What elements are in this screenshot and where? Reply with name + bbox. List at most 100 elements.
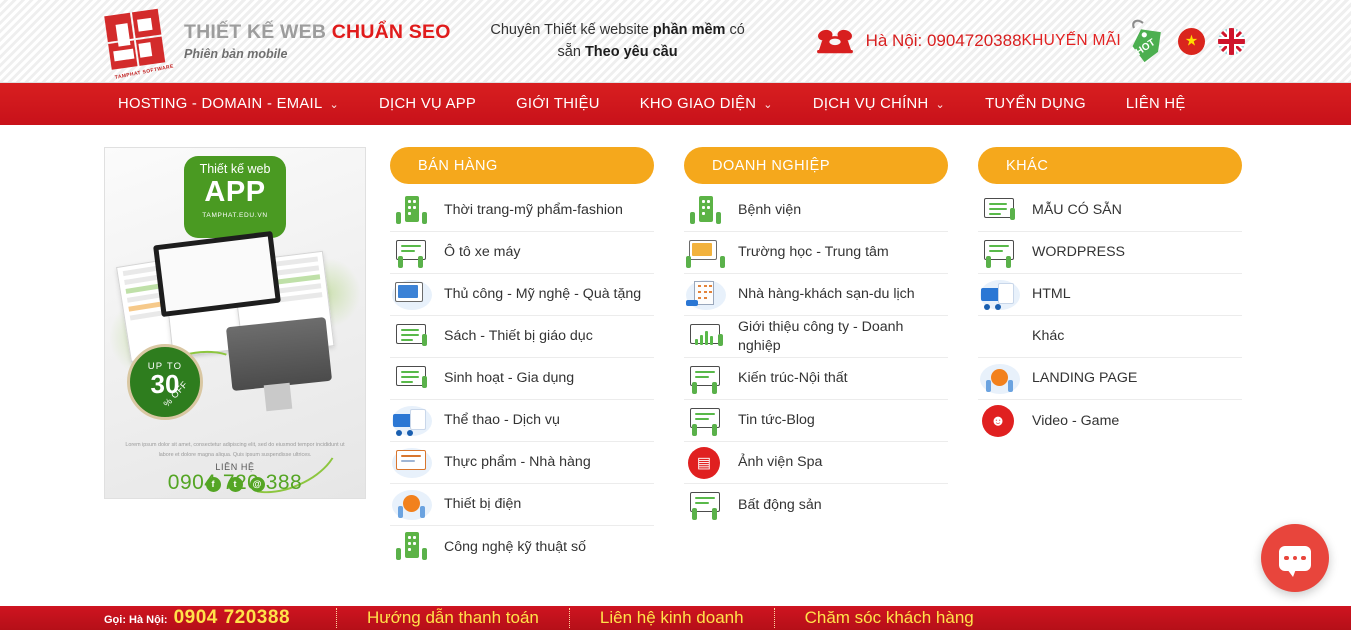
column-item-list: MẪU CÓ SẴN WORDPRESS HTML Khác LANDING P… [978, 190, 1242, 442]
twitter-icon[interactable]: t [227, 477, 243, 492]
list-item[interactable]: LANDING PAGE [978, 358, 1242, 400]
laptop-blue-icon [390, 278, 434, 312]
nav-item-hosting-domain-email[interactable]: HOSTING - DOMAIN - EMAIL ⌄ [118, 96, 339, 112]
banner-social-links: f t @ [105, 477, 365, 492]
list-item[interactable]: Sách - Thiết bị giáo dục [390, 316, 654, 358]
list-item-label: Trường học - Trung tâm [738, 244, 889, 261]
whiteboard-people-icon [390, 236, 434, 270]
header-promo: KHUYẾN MÃI HOT ★ [1022, 18, 1245, 64]
list-item[interactable]: Bệnh viện [684, 190, 948, 232]
list-item-label: Thể thao - Dịch vụ [444, 412, 560, 429]
list-item-label: MẪU CÓ SẴN [1032, 202, 1122, 219]
nav-item-dich-vu-app[interactable]: DỊCH VỤ APP [379, 96, 476, 112]
banner-badge-line1: Thiết kế web [199, 162, 271, 176]
logo-subtitle: Phiên bản mobile [184, 46, 288, 61]
list-item[interactable]: Tin tức-Blog [684, 400, 948, 442]
logo-title-grey: THIẾT KẾ WEB [184, 21, 332, 44]
list-item-label: Tin tức-Blog [738, 412, 815, 429]
list-item[interactable]: HTML [978, 274, 1242, 316]
list-item[interactable]: MẪU CÓ SẴN [978, 190, 1242, 232]
nav-label: DỊCH VỤ CHÍNH [812, 96, 929, 112]
monitor-list-icon [390, 320, 434, 354]
list-item-label: Khác [1032, 328, 1065, 345]
whiteboard-people-icon [978, 236, 1022, 270]
list-item-label: Ô tô xe máy [444, 244, 521, 261]
truck-blue-icon [978, 278, 1022, 312]
footer-links: Hướng dẫn thanh toán Liên hệ kinh doanh … [336, 608, 1004, 628]
list-item[interactable]: Ô tô xe máy [390, 232, 654, 274]
list-item[interactable]: Công nghệ kỹ thuật số [390, 526, 654, 568]
list-item[interactable]: Giới thiệu công ty - Doanh nghiệp [684, 316, 948, 358]
whiteboard-people-icon [684, 362, 728, 396]
nav-item-gioi-thieu[interactable]: GIỚI THIỆU [516, 96, 600, 112]
nav-label: TUYỂN DỤNG [985, 96, 1086, 112]
discount-value: 30 [150, 369, 180, 399]
facebook-icon[interactable]: f [205, 477, 221, 492]
list-item-label: Kiến trúc-Nội thất [738, 370, 848, 387]
list-item-label: Giới thiệu công ty - Doanh nghiệp [738, 319, 904, 354]
chevron-down-icon: ⌄ [935, 98, 946, 111]
uk-flag-icon[interactable] [1218, 27, 1245, 55]
list-item-label: Ảnh viện Spa [738, 454, 823, 471]
footer-link-lien-he-kinh-doanh[interactable]: Liên hệ kinh doanh [568, 608, 774, 628]
header-tagline: Chuyên Thiết kế website phần mềm có sẵn … [479, 19, 757, 64]
red-person-icon: ☻ [978, 404, 1022, 438]
monitor-list-icon [390, 362, 434, 396]
nav-item-tuyen-dung[interactable]: TUYỂN DỤNG [985, 96, 1086, 112]
header-phone[interactable]: Hà Nội: 0904720388 [816, 28, 1022, 54]
discount-badge: UP TO 30 % OFF [127, 344, 203, 420]
promo-label[interactable]: KHUYẾN MÃI [1022, 32, 1121, 50]
logo-text: THIẾT KẾ WEB CHUẨN SEO Phiên bản mobile [184, 21, 451, 60]
list-item[interactable]: Thời trang-mỹ phẩm-fashion [390, 190, 654, 232]
nav-label: KHO GIAO DIỆN [639, 96, 757, 112]
banner-description: Lorem ipsum dolor sit amet, consectetur … [125, 442, 345, 458]
promo-banner[interactable]: Thiết kế web APP TAMPHAT.EDU.VN UP TO 30… [104, 147, 366, 499]
list-item-label: Thiết bị điện [444, 496, 522, 513]
footer-link-cham-soc-khach-hang[interactable]: Chăm sóc khách hàng [773, 608, 1004, 628]
category-column-ban-hang: BÁN HÀNG Thời trang-mỹ phẩm-fashion Ô tô… [390, 147, 654, 568]
list-item[interactable]: Thể thao - Dịch vụ [390, 400, 654, 442]
vietnam-flag-icon[interactable]: ★ [1178, 27, 1205, 55]
list-item[interactable]: Thực phẩm - Nhà hàng [390, 442, 654, 484]
list-item[interactable]: Kiến trúc-Nội thất [684, 358, 948, 400]
column-header: KHÁC [978, 147, 1242, 184]
list-item-label: Công nghệ kỹ thuật số [444, 538, 586, 555]
footer-call-block[interactable]: Gọi: Hà Nội: 0904 720388 [104, 607, 290, 629]
list-item-label: Video - Game [1032, 412, 1120, 429]
nav-item-lien-he[interactable]: LIÊN HỆ [1126, 96, 1186, 112]
list-item-label: Thủ công - Mỹ nghệ - Quà tặng [444, 286, 642, 303]
list-item[interactable]: Nhà hàng-khách sạn-du lịch [684, 274, 948, 316]
main-navigation: HOSTING - DOMAIN - EMAIL ⌄ DỊCH VỤ APP G… [0, 83, 1351, 125]
list-item[interactable]: Bất động sản [684, 484, 948, 526]
column-item-list: Thời trang-mỹ phẩm-fashion Ô tô xe máy T… [390, 190, 654, 568]
list-item[interactable]: Trường học - Trung tâm [684, 232, 948, 274]
banner-badge-line2: APP [204, 176, 266, 208]
monitor-list-icon [978, 194, 1022, 228]
list-item[interactable]: Thủ công - Mỹ nghệ - Quà tặng [390, 274, 654, 316]
category-column-khac: KHÁC MẪU CÓ SẴN WORDPRESS HTML Khác LAND… [978, 147, 1242, 568]
tagline-bold-1: phần mềm [652, 21, 726, 38]
list-item-label: Bệnh viện [738, 202, 802, 219]
building-green-icon [684, 194, 728, 228]
tagline-part-1: Chuyên Thiết kế website [490, 21, 653, 38]
footer-link-huong-dan-thanh-toan[interactable]: Hướng dẫn thanh toán [336, 608, 569, 628]
footer-call-label: Gọi: Hà Nội: [104, 614, 168, 626]
banner-badge-domain: TAMPHAT.EDU.VN [202, 212, 268, 219]
list-item[interactable]: ▤ Ảnh viện Spa [684, 442, 948, 484]
list-item[interactable]: Thiết bị điện [390, 484, 654, 526]
nav-label: HOSTING - DOMAIN - EMAIL [118, 96, 323, 112]
red-clipboard-icon: ▤ [684, 446, 728, 480]
list-item[interactable]: Khác [978, 316, 1242, 358]
hot-tag-icon: HOT [1132, 19, 1161, 63]
building-green-icon [390, 530, 434, 564]
list-item-label: WORDPRESS [1032, 244, 1126, 261]
nav-item-kho-giao-dien[interactable]: KHO GIAO DIỆN ⌄ [640, 96, 773, 112]
list-item[interactable]: Sinh hoạt - Gia dụng [390, 358, 654, 400]
list-item[interactable]: ☻ Video - Game [978, 400, 1242, 442]
column-header: DOANH NGHIỆP [684, 147, 948, 184]
site-logo[interactable]: TAMPHAT SOFTWARE THIẾT KẾ WEB CHUẨN SEO … [104, 8, 451, 81]
nav-item-dich-vu-chinh[interactable]: DỊCH VỤ CHÍNH ⌄ [813, 96, 945, 112]
instagram-icon[interactable]: @ [249, 477, 265, 492]
chat-widget-button[interactable] [1261, 524, 1329, 592]
list-item[interactable]: WORDPRESS [978, 232, 1242, 274]
